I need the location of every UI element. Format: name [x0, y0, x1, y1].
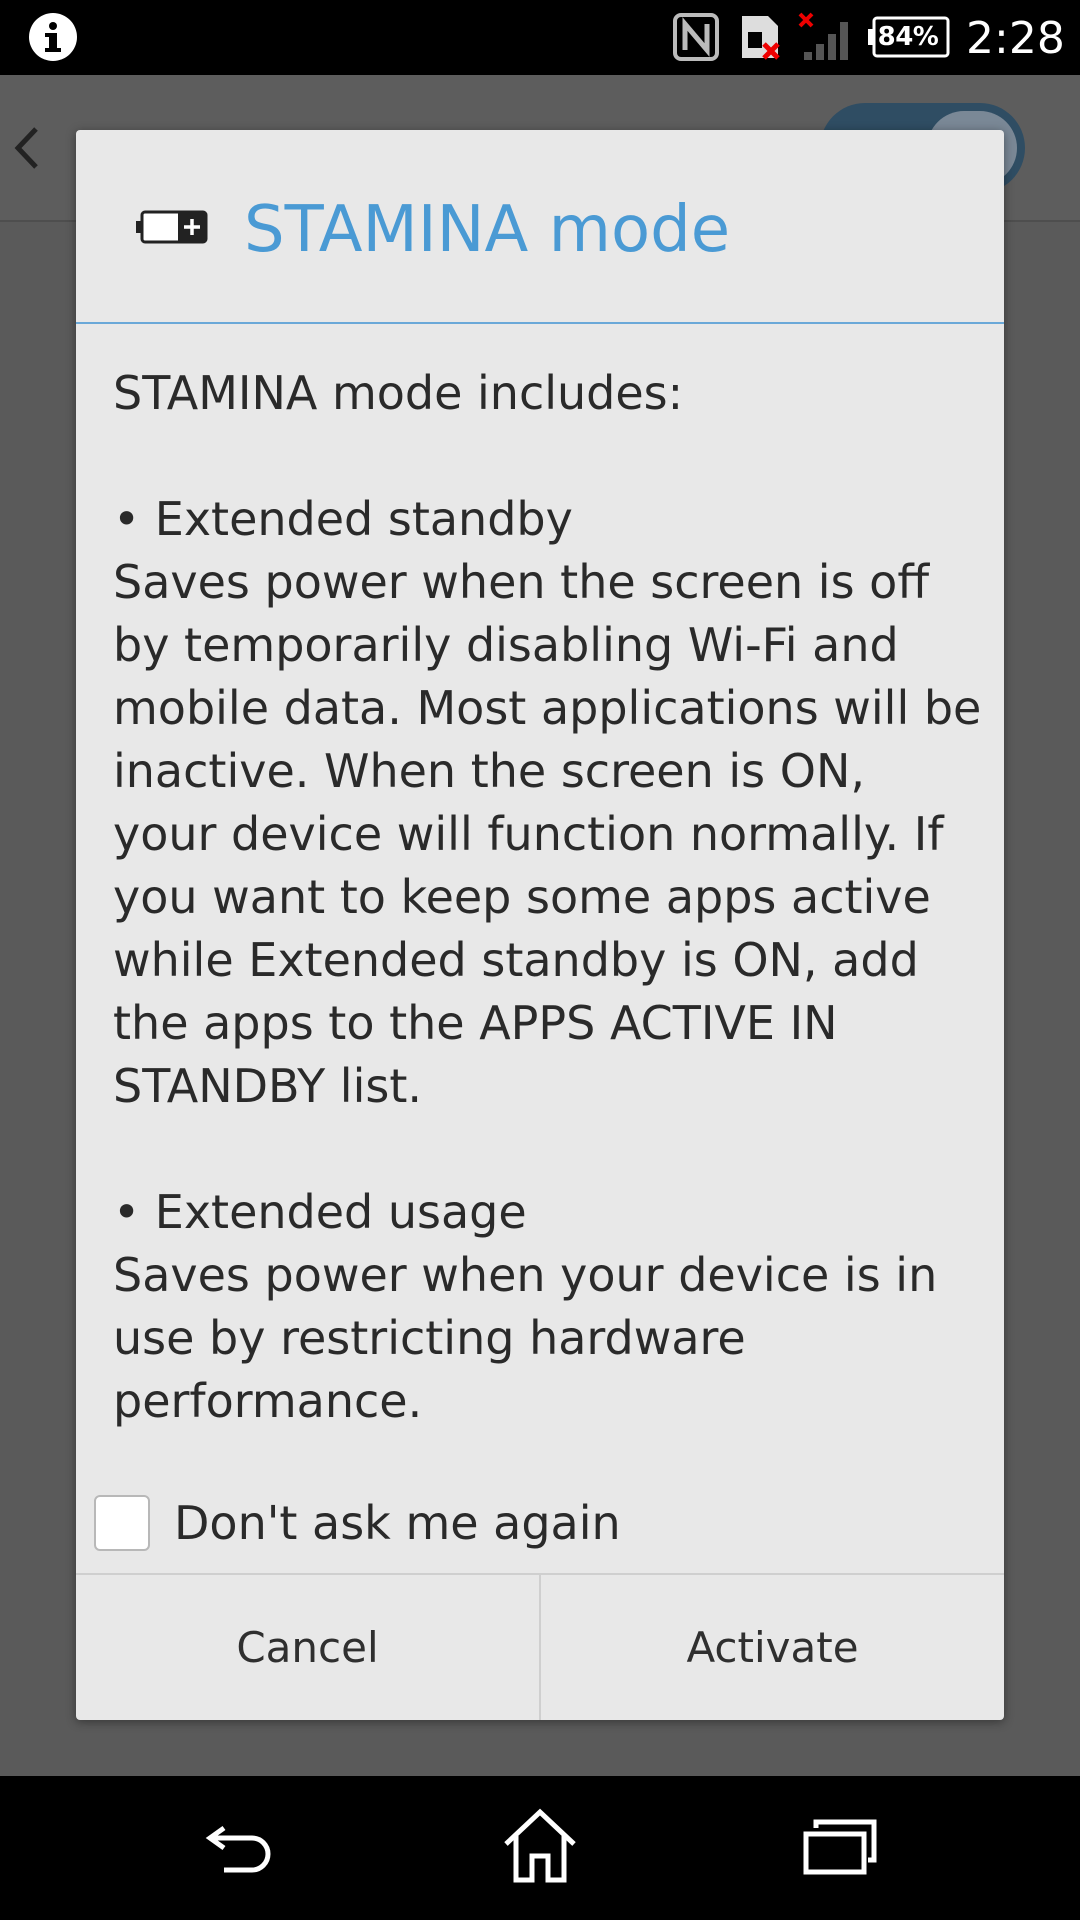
status-bar: 84% 2:28 [0, 0, 1080, 75]
dialog-title: STAMINA mode [244, 193, 731, 267]
dont-ask-again-row[interactable]: Don't ask me again [94, 1493, 994, 1557]
dont-ask-again-checkbox[interactable] [94, 1495, 150, 1551]
stamina-dialog: STAMINA mode STAMINA mode includes: • Ex… [76, 130, 1004, 1720]
clock: 2:28 [966, 13, 1065, 64]
battery-plus-icon [136, 210, 208, 244]
cancel-button[interactable]: Cancel [76, 1575, 539, 1720]
home-icon[interactable] [500, 1806, 580, 1886]
battery-percent: 84% [877, 22, 939, 52]
recent-apps-icon[interactable] [800, 1816, 880, 1876]
dialog-message: STAMINA mode includes: • Extended standb… [113, 366, 982, 1428]
activate-button[interactable]: Activate [541, 1575, 1004, 1720]
checkbox-label: Don't ask me again [174, 1496, 621, 1550]
nfc-icon [673, 13, 719, 61]
navigation-bar [0, 1776, 1080, 1920]
back-icon[interactable] [200, 1818, 280, 1878]
info-icon [29, 13, 77, 61]
chevron-left-icon [14, 127, 38, 169]
signal-no-service-icon [798, 12, 848, 60]
dialog-header: STAMINA mode [76, 130, 1004, 322]
title-divider [76, 322, 1004, 324]
sim-error-icon [742, 16, 780, 60]
